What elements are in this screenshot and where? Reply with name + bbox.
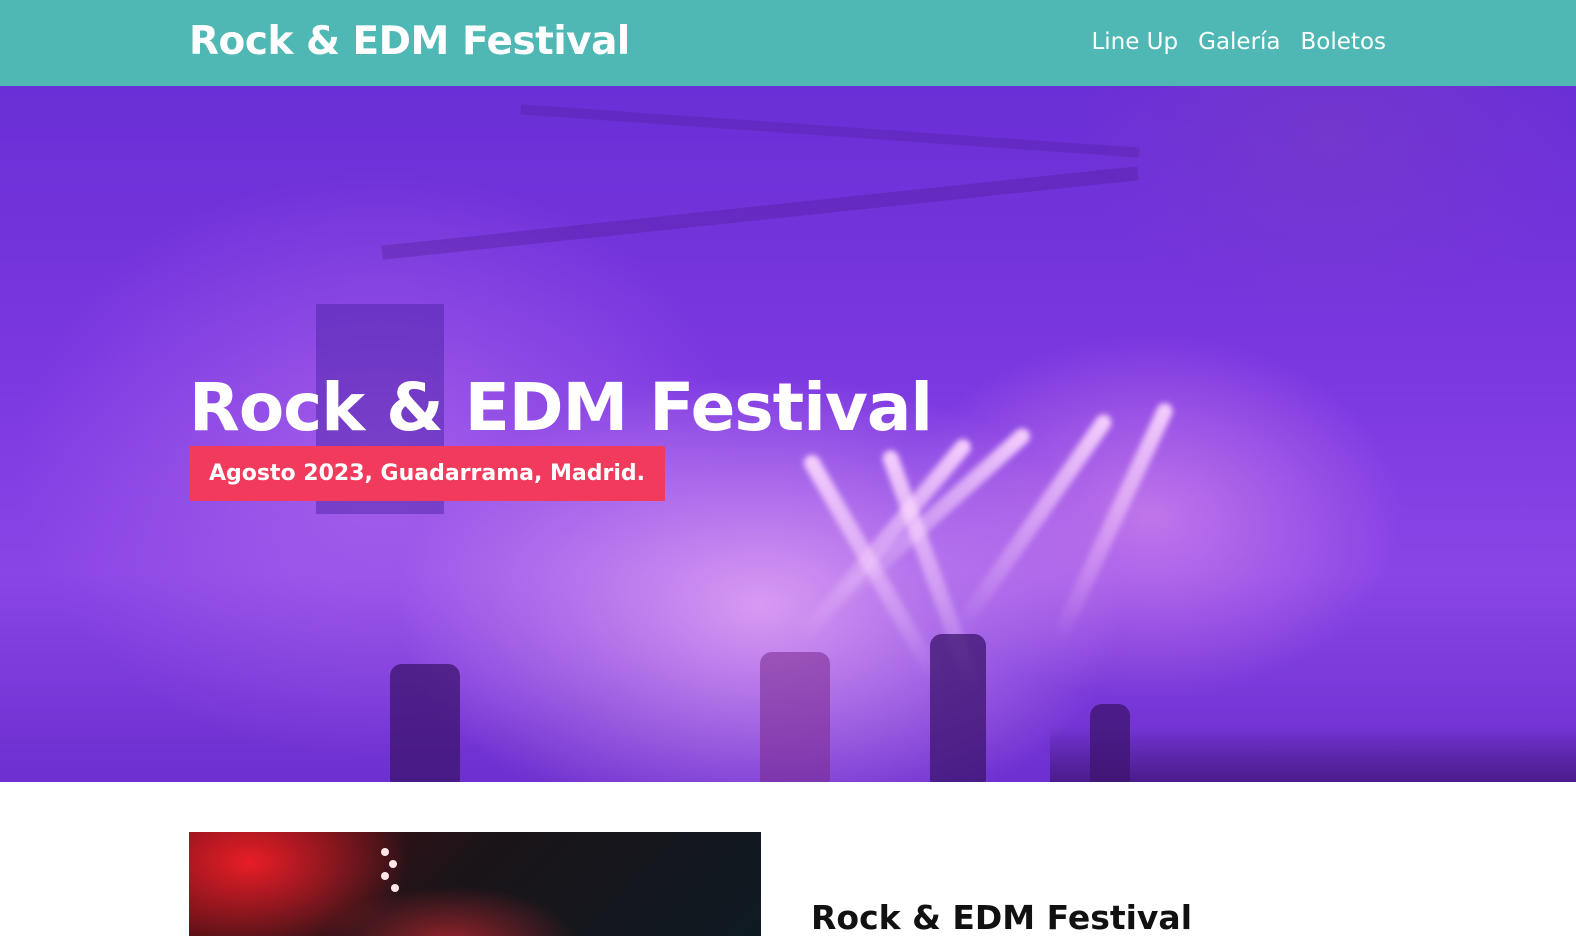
performer-silhouette bbox=[930, 634, 986, 782]
performer-silhouette bbox=[760, 652, 830, 782]
nav-link-line-up[interactable]: Line Up bbox=[1091, 26, 1178, 58]
stage-light-beam bbox=[952, 411, 1115, 634]
stage-light-dot bbox=[391, 884, 399, 892]
stage-light-dot bbox=[389, 860, 397, 868]
stage-truss bbox=[520, 104, 1140, 158]
stage-light-dot bbox=[381, 848, 389, 856]
site-logo[interactable]: Rock & EDM Festival bbox=[189, 18, 630, 66]
stage-light-dot bbox=[381, 872, 389, 880]
stage-truss bbox=[381, 166, 1139, 260]
hero-section: Rock & EDM Festival Agosto 2023, Guadarr… bbox=[0, 86, 1576, 782]
concert-photo bbox=[189, 832, 761, 936]
nav-link-galeria[interactable]: Galería bbox=[1198, 26, 1280, 58]
nav-link-boletos[interactable]: Boletos bbox=[1301, 26, 1386, 58]
event-date-location-badge: Agosto 2023, Guadarrama, Madrid. bbox=[189, 446, 665, 501]
performer-silhouette bbox=[390, 664, 460, 782]
stage-light-beam bbox=[1050, 400, 1176, 644]
crowd-silhouette bbox=[1050, 726, 1576, 782]
section-title: Rock & EDM Festival bbox=[811, 898, 1193, 937]
chandelier-decoration bbox=[1080, 86, 1576, 326]
site-header: Rock & EDM Festival Line Up Galería Bole… bbox=[0, 0, 1576, 86]
main-nav: Line Up Galería Boletos bbox=[1091, 26, 1386, 58]
hero-title: Rock & EDM Festival bbox=[189, 369, 933, 446]
